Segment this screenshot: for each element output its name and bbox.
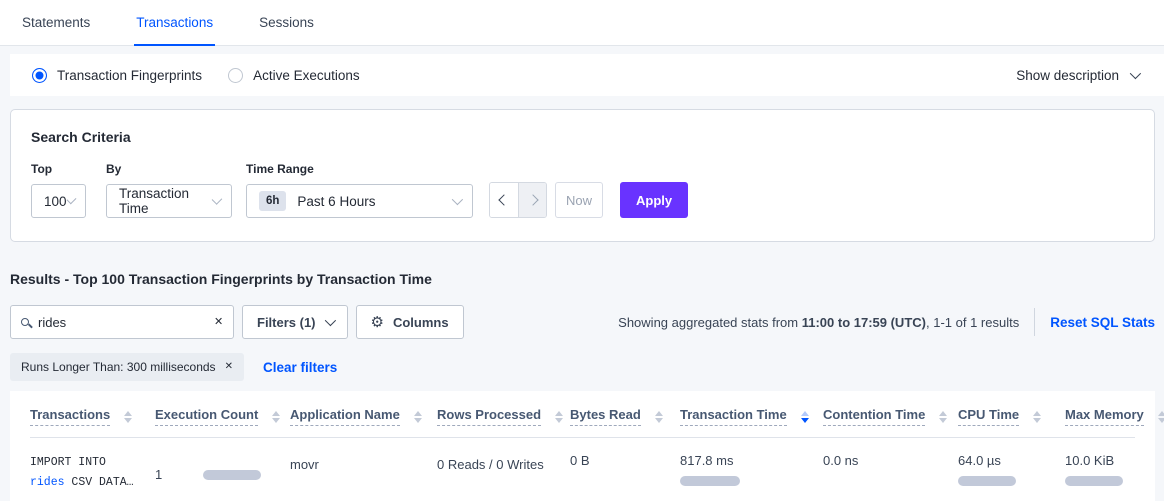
search-input[interactable]	[38, 315, 214, 330]
view-toggle-strip: Transaction Fingerprints Active Executio…	[10, 54, 1164, 96]
time-range-badge: 6h	[259, 191, 286, 211]
filter-pill: Runs Longer Than: 300 milliseconds ✕	[10, 353, 244, 381]
sort-icon[interactable]	[555, 411, 563, 423]
sort-icon[interactable]	[124, 411, 132, 423]
column-header-transactions: Transactions	[30, 407, 155, 426]
results-table: Transactions Execution Count Application…	[10, 391, 1155, 501]
radio-label: Active Executions	[253, 68, 360, 83]
column-header-execution-count: Execution Count	[155, 407, 290, 426]
time-step-buttons	[489, 182, 547, 218]
radio-unselected-icon	[228, 68, 243, 83]
sort-icon[interactable]	[1158, 411, 1164, 423]
top-select[interactable]: 100	[31, 184, 86, 218]
show-description-toggle[interactable]: Show description	[1016, 68, 1138, 83]
filter-pill-label: Runs Longer Than: 300 milliseconds	[21, 360, 216, 374]
columns-button-label: Columns	[393, 315, 449, 330]
column-header-max-memory: Max Memory	[1065, 407, 1164, 426]
time-range-select[interactable]: 6h Past 6 Hours	[246, 184, 473, 218]
bytes-read-cell: 0 B	[570, 453, 680, 492]
by-label: By	[106, 162, 232, 176]
now-button[interactable]: Now	[555, 182, 603, 218]
chevron-down-icon	[452, 194, 463, 205]
table-row: IMPORT INTO rides CSV DATA… 1 movr 0 Rea…	[30, 438, 1135, 501]
reset-sql-stats-link[interactable]: Reset SQL Stats	[1050, 315, 1155, 330]
top-select-value: 100	[44, 194, 67, 209]
stats-time-range: 11:00 to 17:59 (UTC)	[802, 315, 926, 330]
application-name-cell: movr	[290, 453, 437, 492]
column-header-contention-time: Contention Time	[823, 407, 958, 426]
search-criteria-form: Top 100 By Transaction Time Time Range 6…	[31, 162, 1134, 218]
max-memory-bar	[1065, 476, 1123, 486]
results-search-box: ✕	[10, 305, 234, 339]
tab-transactions[interactable]: Transactions	[134, 0, 215, 46]
remove-filter-icon[interactable]: ✕	[225, 362, 233, 372]
tab-sessions[interactable]: Sessions	[257, 0, 316, 46]
radio-transaction-fingerprints[interactable]: Transaction Fingerprints	[32, 68, 202, 83]
chevron-down-icon	[324, 315, 335, 326]
filters-button-label: Filters (1)	[257, 315, 316, 330]
radio-selected-icon	[32, 68, 47, 83]
clear-filters-link[interactable]: Clear filters	[263, 360, 337, 375]
clear-search-icon[interactable]: ✕	[214, 317, 223, 328]
results-heading: Results - Top 100 Transaction Fingerprin…	[10, 271, 1154, 287]
cpu-time-bar	[958, 476, 1016, 486]
sort-icon[interactable]	[939, 411, 947, 423]
search-icon	[21, 318, 29, 326]
chevron-down-icon	[66, 194, 76, 204]
apply-button[interactable]: Apply	[620, 182, 688, 218]
sort-icon[interactable]	[1033, 411, 1041, 423]
top-label: Top	[31, 162, 86, 176]
execution-count-cell: 1	[155, 453, 290, 492]
table-header-row: Transactions Execution Count Application…	[30, 407, 1135, 438]
sort-icon-active-desc[interactable]	[801, 411, 809, 423]
search-criteria-card: Search Criteria Top 100 By Transaction T…	[10, 109, 1155, 242]
results-controls: ✕ Filters (1) ⚙ Columns Showing aggregat…	[10, 305, 1155, 339]
rows-processed-cell: 0 Reads / 0 Writes	[437, 453, 570, 492]
by-select[interactable]: Transaction Time	[106, 184, 232, 218]
time-range-field: Time Range 6h Past 6 Hours	[246, 162, 473, 218]
cpu-time-cell: 64.0 µs	[958, 453, 1065, 492]
by-field: By Transaction Time	[106, 162, 232, 218]
previous-time-range-button[interactable]	[490, 183, 518, 217]
radio-active-executions[interactable]: Active Executions	[228, 68, 360, 83]
sort-icon[interactable]	[414, 411, 422, 423]
contention-time-cell: 0.0 ns	[823, 453, 958, 492]
sort-icon[interactable]	[272, 411, 280, 423]
time-range-value: Past 6 Hours	[297, 194, 375, 209]
transaction-fingerprint-cell[interactable]: IMPORT INTO rides CSV DATA…	[30, 453, 155, 492]
chevron-down-icon	[211, 194, 222, 205]
by-select-value: Transaction Time	[119, 186, 212, 216]
transaction-time-bar	[680, 476, 740, 486]
radio-label: Transaction Fingerprints	[57, 68, 202, 83]
chevron-right-icon	[527, 194, 538, 205]
max-memory-cell: 10.0 KiB	[1065, 453, 1135, 492]
column-header-rows-processed: Rows Processed	[437, 407, 570, 426]
show-description-label: Show description	[1016, 68, 1119, 83]
gear-icon: ⚙	[371, 315, 384, 330]
aggregated-stats-note: Showing aggregated stats from 11:00 to 1…	[618, 315, 1019, 330]
filters-button[interactable]: Filters (1)	[242, 305, 348, 339]
next-time-range-button[interactable]	[518, 183, 546, 217]
column-header-application-name: Application Name	[290, 407, 437, 426]
sort-icon[interactable]	[655, 411, 663, 423]
chevron-left-icon	[498, 194, 509, 205]
transaction-time-cell: 817.8 ms	[680, 453, 823, 492]
chevron-down-icon	[1130, 68, 1141, 79]
search-criteria-title: Search Criteria	[31, 129, 1134, 145]
active-filters-row: Runs Longer Than: 300 milliseconds ✕ Cle…	[10, 353, 1154, 381]
column-header-bytes-read: Bytes Read	[570, 407, 680, 426]
columns-button[interactable]: ⚙ Columns	[356, 305, 464, 339]
transaction-table-link[interactable]: rides	[30, 476, 65, 489]
page-tabs: Statements Transactions Sessions	[0, 0, 1164, 46]
time-range-label: Time Range	[246, 162, 473, 176]
vertical-divider	[1034, 308, 1035, 336]
column-header-transaction-time: Transaction Time	[680, 407, 823, 426]
execution-count-bar	[203, 470, 261, 480]
top-field: Top 100	[31, 162, 86, 218]
tab-statements[interactable]: Statements	[20, 0, 92, 46]
column-header-cpu-time: CPU Time	[958, 407, 1065, 426]
